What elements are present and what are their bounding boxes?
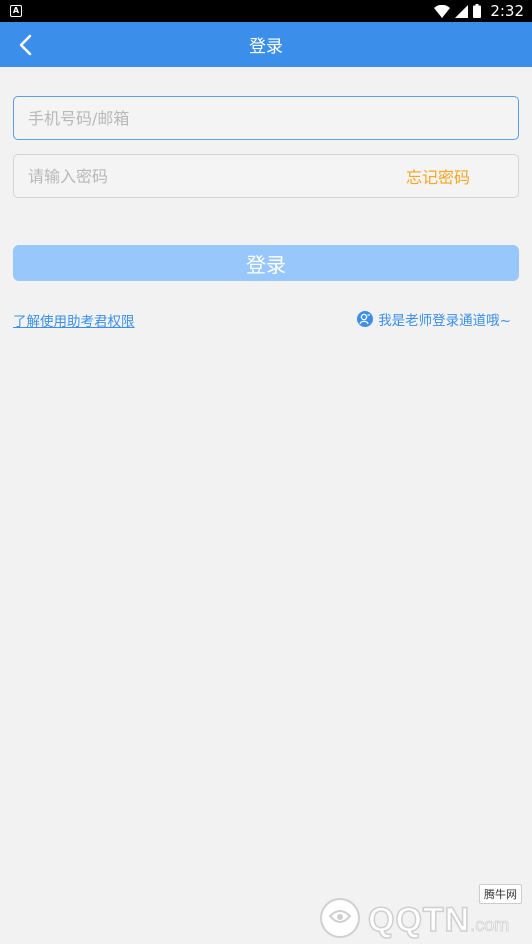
cell-signal-icon — [455, 4, 469, 18]
clock: 2:32 — [490, 2, 524, 20]
app-bar: 登录 — [0, 22, 532, 67]
watermark-brand: QQTN — [367, 900, 471, 940]
password-input[interactable] — [28, 166, 406, 186]
phone-email-input[interactable] — [28, 108, 504, 128]
back-button[interactable] — [10, 22, 40, 67]
status-bar-left: A — [10, 5, 22, 17]
watermark-suffix: .com — [470, 915, 510, 936]
watermark: 腾牛网 QQTN .com — [316, 884, 526, 940]
login-button[interactable]: 登录 — [13, 245, 519, 281]
chevron-left-icon — [19, 34, 32, 55]
password-field[interactable]: 忘记密码 — [13, 154, 519, 198]
app-notification-icon: A — [10, 5, 22, 17]
teacher-login-label: 我是老师登录通道哦~ — [378, 313, 511, 329]
teacher-login-link[interactable]: 我是老师登录通道哦~ — [357, 309, 511, 329]
watermark-logo: QQTN .com — [316, 894, 510, 940]
page-title: 登录 — [249, 37, 283, 57]
phone-email-field[interactable] — [13, 96, 519, 140]
qqtn-logo-icon — [320, 898, 360, 938]
teacher-user-icon — [357, 311, 374, 327]
wifi-icon — [434, 4, 451, 18]
permission-info-link[interactable]: 了解使用助考君权限 — [13, 310, 135, 330]
battery-icon — [473, 4, 482, 18]
status-bar: A 2:32 — [0, 0, 532, 22]
forgot-password-link[interactable]: 忘记密码 — [406, 164, 470, 188]
status-bar-right: 2:32 — [434, 2, 524, 20]
